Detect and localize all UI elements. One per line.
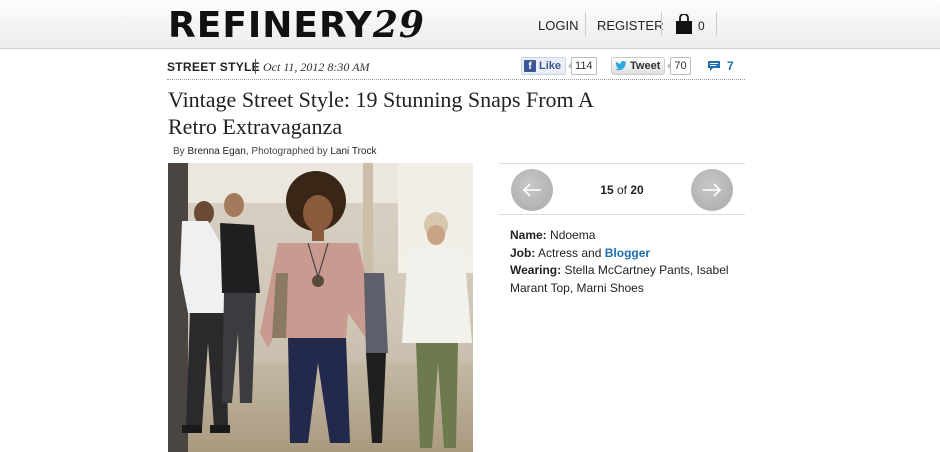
street-style-photo [168,163,473,452]
tweet-widget: Tweet 70 [611,57,691,75]
tweet-label: Tweet [630,60,661,72]
nav-divider [716,12,717,36]
login-link[interactable]: LOGIN [538,14,578,36]
nav-divider [661,12,662,36]
bag-count: 0 [698,19,705,33]
facebook-icon: f [524,60,536,72]
gallery-photo[interactable] [168,163,473,452]
nav-divider [585,12,586,36]
wearing-label: Wearing: [510,263,562,277]
article-meta: STREET STYLE Oct 11, 2012 8:30 AM f Like… [167,54,745,80]
section-label[interactable]: STREET STYLE [167,60,260,74]
facebook-like-button[interactable]: f Like [521,57,567,75]
comments-widget[interactable]: 7 [707,57,734,75]
byline-prefix: By [173,146,188,157]
meta-divider [255,59,256,74]
next-slide-button[interactable] [691,169,733,211]
like-label: Like [539,60,562,72]
name-label: Name: [510,228,547,242]
like-count: 114 [568,57,597,75]
tweet-button[interactable]: Tweet [611,57,666,75]
logo-text: REFINERY [168,5,373,46]
detail-wearing: Wearing: Stella McCartney Pants, Isabel … [510,262,750,297]
detail-name: Name: Ndoema [510,227,750,245]
total-slides: 20 [630,183,644,197]
publish-date: Oct 11, 2012 8:30 AM [263,60,370,74]
article-title: Vintage Street Style: 19 Stunning Snaps … [168,87,593,139]
tweet-count: 70 [667,57,691,75]
photo-details: Name: Ndoema Job: Actress and Blogger We… [510,227,750,297]
detail-job: Job: Actress and Blogger [510,245,750,263]
logo-number: 29 [372,4,425,46]
twitter-bird-icon [615,61,627,71]
gallery-nav: 15 of 20 [499,163,745,215]
photographer-name[interactable]: Lani Trock [330,146,376,157]
job-value: Actress and [538,245,602,260]
comment-count: 7 [727,59,734,73]
job-label: Job: [510,245,536,260]
shopping-bag-icon[interactable] [675,14,693,34]
facebook-like-widget: f Like 114 [521,57,597,75]
arrow-right-icon [703,183,722,197]
site-logo[interactable]: REFINERY29 [168,7,425,44]
author-name[interactable]: Brenna Egan [187,146,245,157]
register-link[interactable]: REGISTER [597,14,663,36]
byline-connector: , Photographed by [245,146,331,157]
site-header: REFINERY29 LOGIN REGISTER 0 [0,0,940,49]
blogger-link[interactable]: Blogger [605,246,650,260]
byline: By Brenna Egan, Photographed by Lani Tro… [173,146,377,157]
name-value: Ndoema [550,228,596,242]
comment-bubble-icon [708,61,720,71]
current-slide: 15 [600,183,614,197]
of-label: of [616,183,627,197]
